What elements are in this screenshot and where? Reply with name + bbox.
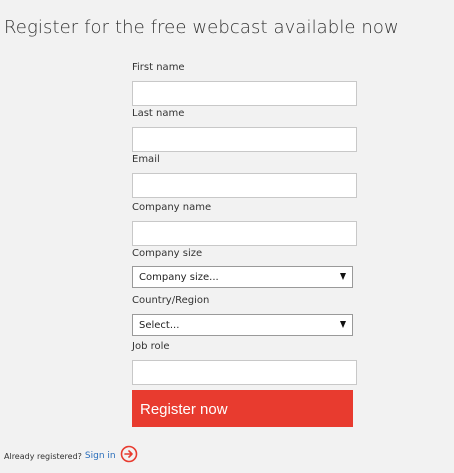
country-region-label: Country/Region	[132, 295, 210, 306]
already-registered-text: Already registered?	[4, 451, 82, 461]
job-role-label: Job role	[132, 341, 170, 352]
sign-in-link[interactable]: Sign in	[85, 451, 116, 461]
register-now-button[interactable]: Register now	[132, 390, 353, 427]
circle-arrow-right-icon[interactable]	[120, 445, 138, 463]
company-name-label: Company name	[132, 202, 212, 213]
last-name-input[interactable]	[132, 127, 357, 152]
email-input[interactable]	[132, 173, 357, 198]
dropdown-arrow-icon	[340, 273, 346, 280]
email-label: Email	[132, 154, 160, 165]
country-region-select[interactable]: Select...	[132, 314, 353, 336]
page-title: Register for the free webcast available …	[4, 17, 399, 38]
country-region-selected-value: Select...	[139, 320, 180, 331]
first-name-input[interactable]	[132, 81, 357, 106]
company-size-selected-value: Company size...	[139, 272, 219, 283]
job-role-input[interactable]	[132, 360, 357, 385]
company-name-input[interactable]	[132, 221, 357, 246]
company-size-select[interactable]: Company size...	[132, 266, 353, 288]
dropdown-arrow-icon	[340, 321, 346, 328]
company-size-label: Company size	[132, 248, 203, 259]
first-name-label: First name	[132, 62, 185, 73]
sign-in-row: Already registered? Sign in	[4, 445, 138, 463]
last-name-label: Last name	[132, 108, 185, 119]
